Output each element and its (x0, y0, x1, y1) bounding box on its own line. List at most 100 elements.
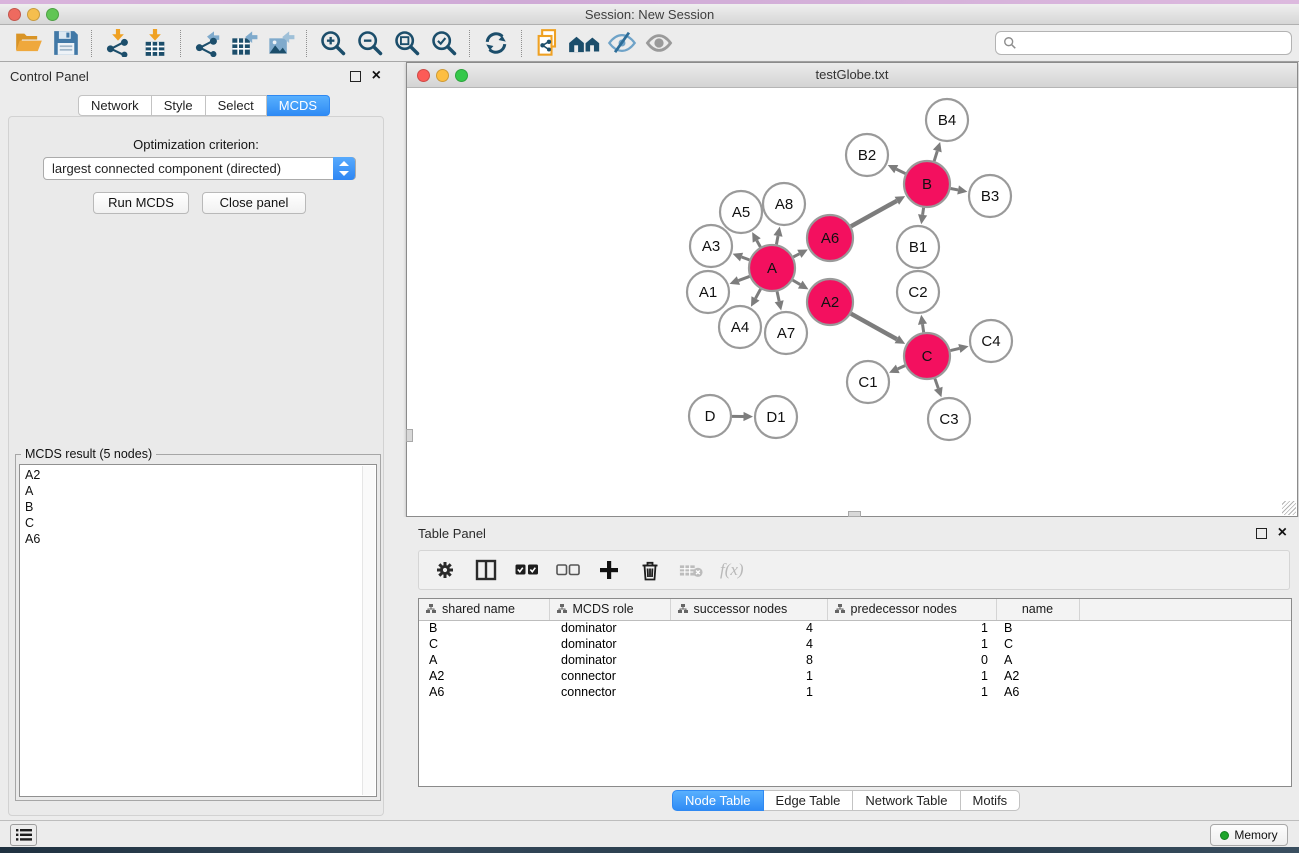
column-header-predecessor-nodes[interactable]: predecessor nodes (827, 599, 996, 620)
close-panel-icon[interactable]: × (372, 69, 381, 83)
graph-node-A8[interactable]: A8 (763, 183, 805, 225)
save-session-button[interactable] (47, 28, 84, 59)
table-cell[interactable]: 1 (670, 668, 827, 684)
graph-edge-C-C4[interactable] (950, 344, 968, 353)
table-cell[interactable]: 8 (670, 652, 827, 668)
column-header-name[interactable]: name (996, 599, 1079, 620)
run-mcds-button[interactable]: Run MCDS (93, 192, 189, 214)
tab-network-table[interactable]: Network Table (853, 790, 960, 811)
table-cell[interactable]: A2 (419, 668, 549, 684)
table-cell[interactable]: B (419, 620, 549, 636)
dropdown-stepper-icon[interactable] (333, 157, 355, 180)
mcds-list-item[interactable]: C (25, 516, 376, 532)
graph-node-A2[interactable]: A2 (807, 279, 853, 325)
table-cell[interactable]: 1 (670, 684, 827, 700)
create-column-button[interactable] (597, 558, 621, 582)
graph-node-C1[interactable]: C1 (847, 361, 889, 403)
table-cell[interactable]: A6 (419, 684, 549, 700)
float-panel-icon[interactable] (350, 71, 361, 82)
table-cell[interactable]: 0 (827, 652, 996, 668)
graph-edge-C-C3[interactable] (934, 379, 943, 398)
table-cell[interactable]: 1 (827, 620, 996, 636)
show-columns-button[interactable] (474, 558, 498, 582)
graph-edge-B-B3[interactable] (951, 185, 968, 194)
delete-column-button[interactable] (638, 558, 662, 582)
table-cell[interactable]: A (419, 652, 549, 668)
table-cell[interactable]: dominator (549, 652, 670, 668)
delete-table-button[interactable] (679, 558, 703, 582)
export-network-button[interactable] (188, 28, 225, 59)
graph-edge-B-B4[interactable] (933, 142, 942, 161)
graph-edge-A-A3[interactable] (733, 253, 750, 262)
show-all-button[interactable] (640, 28, 677, 59)
graph-node-A3[interactable]: A3 (690, 225, 732, 267)
criterion-dropdown[interactable]: largest connected component (directed) (43, 157, 356, 180)
select-all-button[interactable] (515, 558, 539, 582)
graph-node-C4[interactable]: C4 (970, 320, 1012, 362)
graph-edge-A-A4[interactable] (751, 289, 761, 307)
table-cell[interactable]: dominator (549, 620, 670, 636)
table-cell[interactable]: 1 (827, 684, 996, 700)
table-row[interactable]: A6connector11A6 (419, 684, 1291, 700)
graph-node-A7[interactable]: A7 (765, 312, 807, 354)
graph-edge-D-D1[interactable] (732, 412, 753, 421)
resize-grip-icon[interactable] (1282, 501, 1296, 515)
mcds-list-item[interactable]: A (25, 484, 376, 500)
graph-edge-B-B1[interactable] (918, 208, 927, 224)
table-cell[interactable]: C (419, 636, 549, 652)
table-cell[interactable]: B (996, 620, 1079, 636)
tab-motifs[interactable]: Motifs (961, 790, 1021, 811)
table-cell[interactable]: A2 (996, 668, 1079, 684)
graph-node-B3[interactable]: B3 (969, 175, 1011, 217)
graph-node-B4[interactable]: B4 (926, 99, 968, 141)
table-row[interactable]: A2connector11A2 (419, 668, 1291, 684)
graph-node-A[interactable]: A (749, 245, 795, 291)
graph-edge-A-A2[interactable] (793, 280, 809, 289)
first-neighbors-button[interactable] (566, 28, 603, 59)
graph-node-A5[interactable]: A5 (720, 191, 762, 233)
graph-edge-A-A5[interactable] (752, 232, 761, 247)
graph-node-B2[interactable]: B2 (846, 134, 888, 176)
import-network-button[interactable] (99, 28, 136, 59)
open-session-button[interactable] (10, 28, 47, 59)
tab-edge-table[interactable]: Edge Table (764, 790, 854, 811)
graph-node-A4[interactable]: A4 (719, 306, 761, 348)
graph-node-D1[interactable]: D1 (755, 396, 797, 438)
list-scrollbar[interactable] (362, 466, 375, 795)
graph-edge-A-A7[interactable] (775, 291, 784, 310)
table-settings-button[interactable] (433, 558, 457, 582)
table-row[interactable]: Bdominator41B (419, 620, 1291, 636)
export-table-button[interactable] (225, 28, 262, 59)
zoom-selected-button[interactable] (425, 28, 462, 59)
graph-edge-B-B2[interactable] (888, 165, 906, 174)
graph-node-C3[interactable]: C3 (928, 398, 970, 440)
table-cell[interactable]: connector (549, 668, 670, 684)
graph-node-C2[interactable]: C2 (897, 271, 939, 313)
mcds-list-item[interactable]: B (25, 500, 376, 516)
graph-node-A6[interactable]: A6 (807, 215, 853, 261)
graph-edge-C-C2[interactable] (918, 315, 927, 332)
splitter-grip-left[interactable] (406, 429, 413, 442)
column-header-shared-name[interactable]: shared name (419, 599, 549, 620)
hide-selected-button[interactable] (603, 28, 640, 59)
graph-node-C[interactable]: C (904, 333, 950, 379)
network-canvas[interactable]: B4B2BB3A8A5A6A3B1AA1C2A2A4A7C4CC1C3DD1 (407, 88, 1297, 516)
import-table-button[interactable] (136, 28, 173, 59)
table-row[interactable]: Cdominator41C (419, 636, 1291, 652)
refresh-button[interactable] (477, 28, 514, 59)
show-panels-button[interactable] (10, 824, 37, 846)
tab-node-table[interactable]: Node Table (672, 790, 764, 811)
graph-edge-A-A6[interactable] (793, 249, 807, 257)
function-builder-button[interactable]: f(x) (720, 558, 744, 582)
float-panel-icon[interactable] (1256, 528, 1267, 539)
zoom-in-button[interactable] (314, 28, 351, 59)
deselect-all-button[interactable] (556, 558, 580, 582)
table-cell[interactable]: 1 (827, 668, 996, 684)
table-cell[interactable]: C (996, 636, 1079, 652)
table-cell[interactable]: A (996, 652, 1079, 668)
node-table[interactable]: shared nameMCDS rolesuccessor nodesprede… (418, 598, 1292, 787)
tab-network[interactable]: Network (78, 95, 152, 116)
graph-edge-A-A1[interactable] (730, 276, 750, 285)
clone-network-button[interactable] (529, 28, 566, 59)
export-image-button[interactable] (262, 28, 299, 59)
